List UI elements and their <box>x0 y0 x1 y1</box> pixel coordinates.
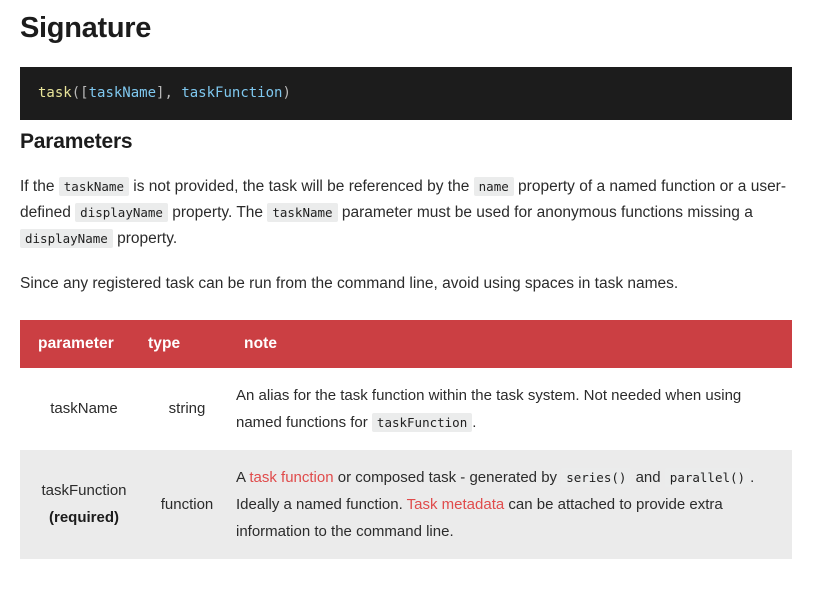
text-fragment: An alias for the task function within th… <box>236 386 742 431</box>
code-token-comma: , <box>164 85 182 102</box>
inline-code-displayname-2: displayName <box>20 228 113 248</box>
code-token-open-bracket: [ <box>80 85 89 102</box>
inline-code-name: name <box>473 176 514 196</box>
parameters-table: parameter type note taskName string An a… <box>20 319 792 559</box>
inline-code-parallel: parallel() <box>664 467 751 487</box>
code-token-function-name: task <box>38 85 72 102</box>
column-header-note: note <box>226 319 792 368</box>
parameters-paragraph-1: If the taskName is not provided, the tas… <box>20 174 792 252</box>
document-page: Signature task([taskName], taskFunction)… <box>0 0 816 612</box>
document-content: Signature task([taskName], taskFunction)… <box>0 0 816 559</box>
column-header-parameter: parameter <box>20 319 148 368</box>
parameters-paragraph-2: Since any registered task can be run fro… <box>20 274 679 292</box>
inline-code-series: series() <box>561 467 632 487</box>
cell-parameter-name: taskFunction (required) <box>20 450 148 559</box>
required-badge: (required) <box>48 509 119 527</box>
inline-code-taskfunction: taskFunction <box>371 412 473 432</box>
code-token-close-paren: ) <box>282 85 291 102</box>
table-row: taskFunction (required) function A task f… <box>20 449 792 559</box>
text-fragment: is not provided, the task will be refere… <box>129 177 474 195</box>
page-title-signature: Signature <box>20 12 152 44</box>
link-task-metadata[interactable]: Task metadata <box>407 496 505 513</box>
table-header-row: parameter type note <box>20 319 792 368</box>
table-body: taskName string An alias for the task fu… <box>20 367 792 559</box>
text-fragment: or composed task - generated by <box>333 468 562 486</box>
inline-code-displayname-1: displayName <box>75 202 168 222</box>
parameter-name-text: taskFunction <box>41 482 127 500</box>
code-token-arg-taskname: taskName <box>88 85 157 102</box>
text-fragment: property. <box>112 229 178 247</box>
cell-parameter-type: string <box>168 400 206 418</box>
text-fragment: and <box>631 468 665 486</box>
table-row: taskName string An alias for the task fu… <box>20 367 792 450</box>
cell-parameter-note: A task function or composed task - gener… <box>226 450 792 559</box>
column-header-type: type <box>148 319 226 368</box>
cell-parameter-type: function <box>160 495 214 513</box>
signature-code-block: task([taskName], taskFunction) <box>20 67 792 120</box>
text-fragment: . <box>472 413 477 431</box>
cell-parameter-name: taskName <box>50 400 118 418</box>
inline-code-taskname-2: taskName <box>267 202 338 222</box>
section-heading-parameters: Parameters <box>20 129 133 153</box>
text-fragment: property. The <box>167 203 268 221</box>
code-token-arg-taskfunction: taskFunction <box>181 85 283 102</box>
link-task-function[interactable]: task function <box>249 469 333 486</box>
table-header: parameter type note <box>20 319 792 368</box>
text-fragment: parameter must be used for anonymous fun… <box>337 203 753 221</box>
text-fragment: If the <box>20 177 59 195</box>
code-token-open-paren: ( <box>71 85 81 102</box>
inline-code-taskname-1: taskName <box>58 176 129 196</box>
cell-parameter-note: An alias for the task function within th… <box>226 368 792 450</box>
text-fragment: A <box>236 468 250 486</box>
